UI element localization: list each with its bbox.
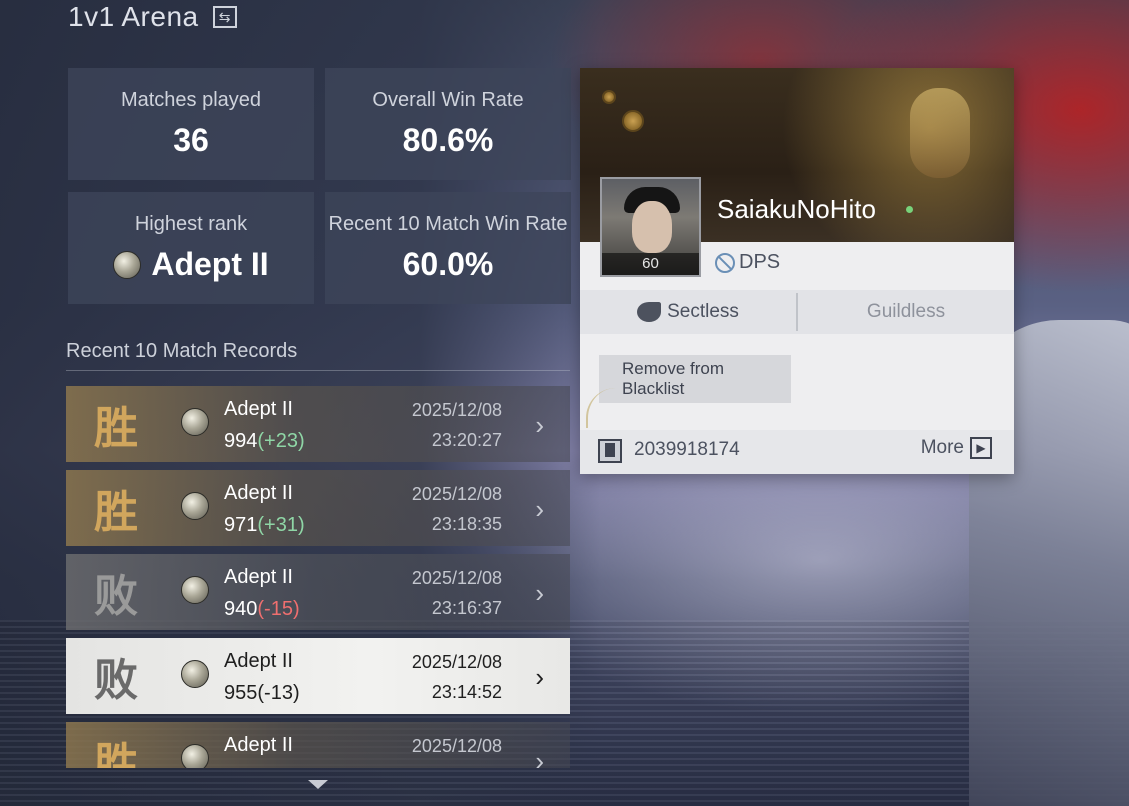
stat-label: Matches played — [120, 89, 262, 111]
match-row[interactable]: 胜 Adept II 971(+31) 2025/12/08 23:18:35 … — [66, 470, 570, 546]
stat-value: 80.6% — [402, 122, 494, 158]
sect-info[interactable]: Sectless — [580, 301, 796, 323]
match-score: 994(+23) — [224, 430, 305, 453]
swap-icon[interactable]: ⇆ — [212, 6, 237, 28]
stat-highest-rank: Highest rank Adept II — [68, 192, 314, 304]
affiliation-bar: Sectless Guildless — [580, 290, 1014, 334]
rank-coin-icon — [113, 250, 142, 279]
match-time: 23:20:27 — [431, 430, 502, 450]
online-status-icon — [906, 206, 913, 213]
stat-value: Adept II — [151, 246, 269, 282]
score-delta: (-13) — [257, 682, 300, 704]
player-name: SaiakuNoHito — [717, 194, 876, 224]
sect-icon — [637, 302, 662, 322]
coin-deco-icon — [622, 110, 644, 132]
chevron-right-icon[interactable]: › — [535, 410, 544, 441]
match-rank: Adept II — [224, 734, 293, 756]
sect-label: Sectless — [667, 301, 739, 322]
loss-glyph-icon: 败 — [94, 655, 138, 706]
match-time: 23:18:35 — [431, 514, 502, 534]
match-time: 23:16:37 — [431, 598, 502, 618]
stat-overall-win-rate: Overall Win Rate 80.6% — [325, 68, 571, 180]
player-level: 60 — [602, 253, 699, 275]
match-rank: Adept II — [224, 398, 293, 420]
match-score: 971(+31) — [224, 514, 305, 537]
player-role: DPS — [715, 251, 780, 274]
profile-footer: 2039918174 More ▶ — [580, 430, 1014, 474]
chevron-right-icon[interactable]: › — [535, 662, 544, 693]
play-arrow-icon: ▶ — [970, 437, 992, 459]
match-time: 23:14:52 — [431, 682, 502, 702]
chevron-right-icon[interactable]: › — [535, 494, 544, 525]
rank-display: Adept II — [113, 246, 269, 283]
divider — [66, 370, 570, 371]
match-score: 940(-15) — [224, 598, 300, 621]
match-rank: Adept II — [224, 650, 293, 672]
stat-value: 36 — [173, 122, 209, 158]
score-value: 971 — [224, 514, 258, 536]
stat-label: Highest rank — [134, 213, 248, 235]
role-label: DPS — [739, 251, 781, 273]
match-row-selected[interactable]: 败 Adept II 955(-13) 2025/12/08 23:14:52 … — [66, 638, 570, 714]
rank-coin-icon — [181, 744, 209, 768]
match-date: 2025/12/08 — [411, 484, 502, 504]
match-date: 2025/12/08 — [411, 400, 502, 420]
player-uid: 2039918174 — [634, 439, 740, 460]
rank-coin-icon — [181, 408, 209, 436]
chevron-right-icon[interactable]: › — [535, 578, 544, 609]
win-glyph-icon: 胜 — [94, 487, 138, 538]
stat-value: 60.0% — [402, 246, 494, 282]
match-date: 2025/12/08 — [411, 736, 502, 756]
dps-role-icon — [715, 252, 735, 273]
score-delta: (-15) — [257, 598, 300, 620]
match-row[interactable]: 胜 Adept II 2025/12/08 › — [66, 722, 570, 768]
win-glyph-icon: 胜 — [94, 739, 138, 768]
match-date: 2025/12/08 — [411, 652, 502, 672]
more-button[interactable]: More ▶ — [921, 437, 992, 459]
chevron-right-icon[interactable]: › — [535, 746, 544, 768]
rank-coin-icon — [181, 492, 209, 520]
page-title: 1v1 Arena — [68, 1, 199, 32]
records-title: Recent 10 Match Records — [66, 340, 298, 362]
match-row[interactable]: 败 Adept II 940(-15) 2025/12/08 23:16:37 … — [66, 554, 570, 630]
id-card-icon — [598, 439, 622, 463]
guild-label: Guildless — [866, 301, 946, 322]
scroll-down-icon[interactable] — [308, 780, 328, 789]
coin-deco-icon — [602, 90, 616, 104]
guild-info[interactable]: Guildless — [798, 301, 1014, 323]
stat-label: Recent 10 Match Win Rate — [328, 213, 568, 235]
player-profile-card: 60 SaiakuNoHito DPS Sectless Guildless R… — [580, 68, 1014, 474]
stat-label: Overall Win Rate — [372, 89, 524, 111]
page-header: 1v1 Arena ⇆ — [68, 0, 237, 34]
remove-from-blacklist-button[interactable]: Remove from Blacklist — [599, 355, 791, 403]
match-row[interactable]: 胜 Adept II 994(+23) 2025/12/08 23:20:27 … — [66, 386, 570, 462]
match-records-list[interactable]: 胜 Adept II 994(+23) 2025/12/08 23:20:27 … — [66, 386, 570, 768]
match-date: 2025/12/08 — [411, 568, 502, 588]
stat-matches-played: Matches played 36 — [68, 68, 314, 180]
more-label: More — [920, 437, 964, 458]
avatar-face — [632, 201, 672, 253]
loss-glyph-icon: 败 — [94, 571, 138, 622]
stat-recent-win-rate: Recent 10 Match Win Rate 60.0% — [325, 192, 571, 304]
rank-coin-icon — [181, 660, 209, 688]
match-rank: Adept II — [224, 482, 293, 504]
rank-coin-icon — [181, 576, 209, 604]
score-value: 994 — [224, 430, 258, 452]
avatar[interactable]: 60 — [600, 177, 701, 277]
feather-deco — [586, 388, 616, 428]
match-rank: Adept II — [224, 566, 293, 588]
score-delta: (+31) — [257, 514, 305, 536]
match-score: 955(-13) — [224, 682, 300, 705]
score-value: 955 — [224, 682, 258, 704]
score-delta: (+23) — [257, 430, 305, 452]
win-glyph-icon: 胜 — [94, 403, 138, 454]
score-value: 940 — [224, 598, 258, 620]
lantern-deco — [910, 88, 970, 178]
